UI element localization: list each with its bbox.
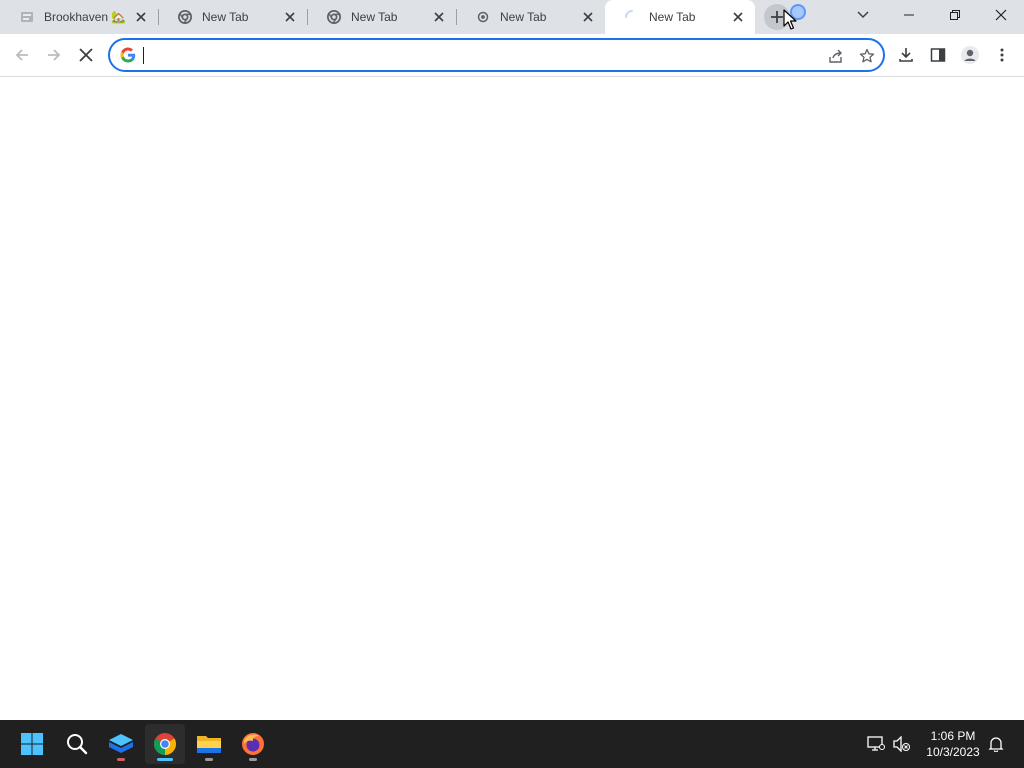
menu-button[interactable] xyxy=(988,41,1016,69)
clock-date: 10/3/2023 xyxy=(926,745,980,759)
app-icon xyxy=(108,733,134,755)
system-clock[interactable]: 1:06 PM 10/3/2023 xyxy=(916,728,990,760)
running-indicator xyxy=(249,758,257,761)
tab-new-tab-active[interactable]: New Tab xyxy=(605,0,755,34)
tab-strip: Brookhaven 🏡 New Tab New Tab New Tab New… xyxy=(0,0,1024,34)
active-indicator xyxy=(157,758,173,761)
chevron-down-icon xyxy=(857,11,869,19)
search-button[interactable] xyxy=(57,724,97,764)
tab-title: New Tab xyxy=(649,10,696,24)
close-icon xyxy=(995,9,1007,21)
chrome-small-icon xyxy=(475,9,491,25)
network-icon[interactable] xyxy=(866,734,886,754)
downloads-button[interactable] xyxy=(892,41,920,69)
side-panel-button[interactable] xyxy=(924,41,952,69)
notification-bell-icon[interactable] xyxy=(986,734,1006,754)
tab-search-button[interactable] xyxy=(840,0,886,30)
start-button[interactable] xyxy=(12,724,52,764)
tab-title: New Tab xyxy=(202,10,249,24)
chrome-icon xyxy=(177,9,193,25)
share-icon xyxy=(828,48,844,64)
close-icon[interactable] xyxy=(730,9,746,25)
tab-title: Brookhaven 🏡 xyxy=(44,10,127,24)
profile-icon xyxy=(960,45,980,65)
tab-title: New Tab xyxy=(351,10,398,24)
close-icon[interactable] xyxy=(133,9,149,25)
close-icon[interactable] xyxy=(282,9,298,25)
bookmark-button[interactable] xyxy=(855,44,879,68)
page-content xyxy=(0,78,1024,720)
close-window-button[interactable] xyxy=(978,0,1024,30)
running-indicator xyxy=(117,758,125,761)
tab-new-tab-3[interactable]: New Tab xyxy=(456,0,605,34)
forward-arrow-icon xyxy=(46,47,62,63)
firefox-icon xyxy=(241,732,265,756)
file-explorer-icon xyxy=(196,733,222,755)
address-input[interactable] xyxy=(142,45,802,65)
taskbar-app-button[interactable] xyxy=(101,724,141,764)
taskbar: 1:06 PM 10/3/2023 xyxy=(0,720,1024,768)
profile-button[interactable] xyxy=(956,41,984,69)
google-g-icon xyxy=(120,47,136,63)
search-icon xyxy=(66,733,88,755)
address-bar[interactable] xyxy=(108,38,885,72)
taskbar-chrome-button[interactable] xyxy=(145,724,185,764)
loading-spinner-icon xyxy=(624,9,640,25)
tab-title: New Tab xyxy=(500,10,547,24)
taskbar-explorer-button[interactable] xyxy=(189,724,229,764)
mouse-cursor-icon xyxy=(783,9,797,31)
volume-muted-icon[interactable] xyxy=(892,734,912,754)
plus-icon xyxy=(770,10,784,24)
chrome-icon xyxy=(326,9,342,25)
forward-button[interactable] xyxy=(40,41,68,69)
tab-brookhaven[interactable]: Brookhaven 🏡 xyxy=(0,0,158,34)
clock-time: 1:06 PM xyxy=(930,729,976,743)
restore-icon xyxy=(950,10,960,20)
windows-start-icon xyxy=(20,732,44,756)
browser-toolbar xyxy=(0,34,1024,77)
restore-button[interactable] xyxy=(932,0,978,30)
minimize-icon xyxy=(904,10,914,20)
running-indicator xyxy=(205,758,213,761)
tab-new-tab-2[interactable]: New Tab xyxy=(307,0,456,34)
tab-new-tab-1[interactable]: New Tab xyxy=(158,0,307,34)
back-button[interactable] xyxy=(8,41,36,69)
minimize-button[interactable] xyxy=(886,0,932,30)
taskbar-firefox-button[interactable] xyxy=(233,724,273,764)
close-icon[interactable] xyxy=(431,9,447,25)
back-arrow-icon xyxy=(14,47,30,63)
star-icon xyxy=(859,48,875,64)
side-panel-icon xyxy=(930,47,946,63)
download-icon xyxy=(898,47,914,63)
stop-loading-icon xyxy=(79,48,93,62)
text-caret xyxy=(143,47,144,64)
more-vert-icon xyxy=(1000,48,1004,62)
chrome-icon xyxy=(153,732,177,756)
close-icon[interactable] xyxy=(580,9,596,25)
generic-page-icon xyxy=(19,9,35,25)
stop-loading-button[interactable] xyxy=(72,41,100,69)
share-button[interactable] xyxy=(824,44,848,68)
